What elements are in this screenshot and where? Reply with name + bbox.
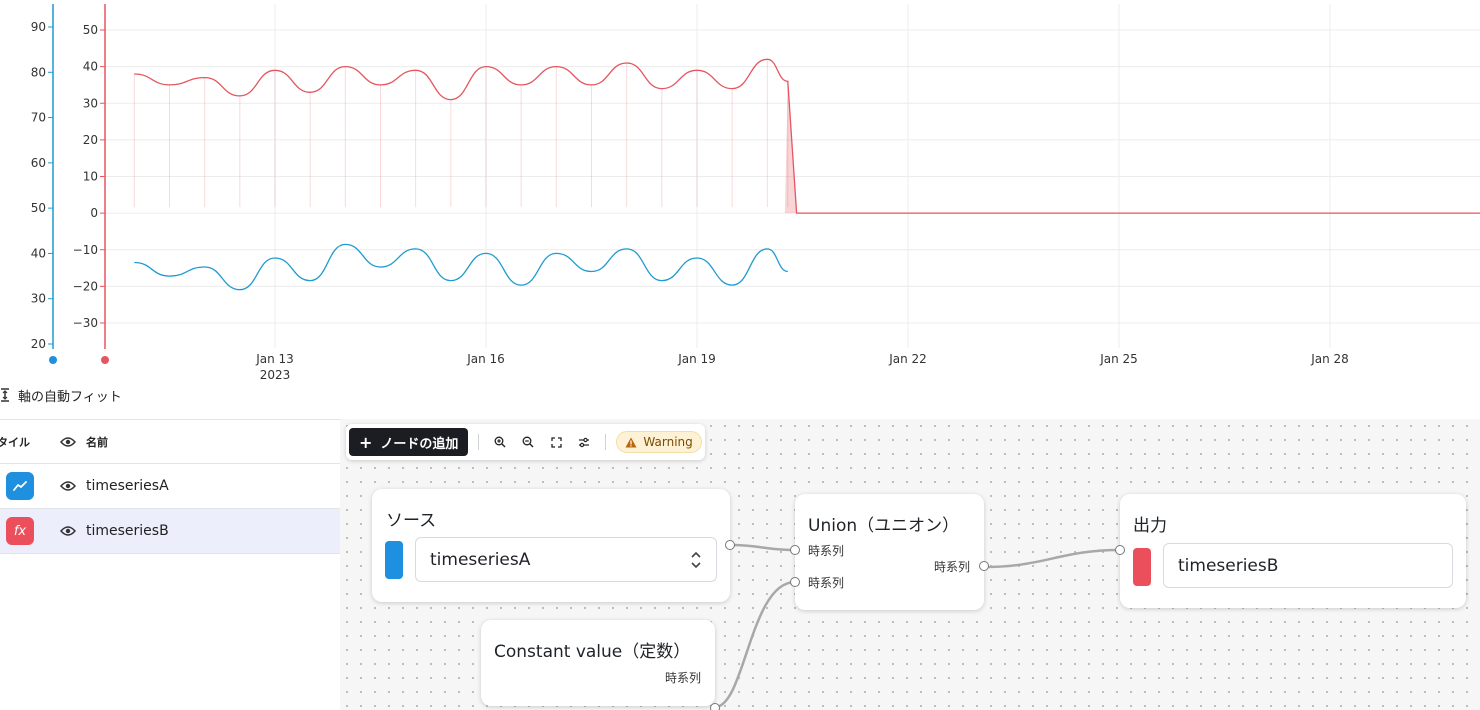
x-tick-label: Jan 19 [677, 352, 716, 366]
source-output-port[interactable] [725, 540, 735, 550]
x-tick-label: Jan 13 [255, 352, 294, 366]
x-year-label: 2023 [260, 368, 291, 382]
union-node[interactable]: Union（ユニオン） 時系列 時系列 時系列 [790, 494, 989, 610]
constant-output-port[interactable] [710, 703, 720, 710]
settings-sliders-icon[interactable] [573, 431, 595, 453]
x-tick-label: Jan 25 [1099, 352, 1138, 366]
left-tick-label: 20 [31, 337, 46, 351]
fit-view-icon[interactable] [545, 431, 567, 453]
eye-icon [60, 436, 86, 448]
chart-labels: 90 80 70 60 50 40 30 20 50 40 30 20 10 0 −10 −20 −30 Jan … [31, 20, 1349, 382]
left-tick-label: 50 [31, 201, 46, 215]
series-table-header: スタイル 名前 [0, 420, 340, 464]
axis-b-marker [101, 356, 109, 364]
series-line-timeseriesA [134, 243, 788, 291]
visibility-toggle[interactable] [60, 525, 86, 537]
warning-badge[interactable]: Warning [616, 431, 702, 453]
add-node-label: ノードの追加 [380, 436, 459, 452]
union-input-port-2[interactable] [790, 577, 800, 587]
output-series-value: timeseriesB [1178, 555, 1279, 576]
zoom-in-icon[interactable] [489, 431, 511, 453]
right-tick-label: 50 [83, 23, 98, 37]
right-tick-label: 30 [83, 96, 98, 110]
union-output-label: 時系列 [933, 560, 970, 574]
constant-output-label: 時系列 [664, 671, 701, 685]
time-series-chart[interactable]: 90 80 70 60 50 40 30 20 50 40 30 20 10 0 −10 −20 −30 Jan … [0, 0, 1480, 384]
node-graph-canvas[interactable]: + ノードの追加 Warning ソース timeseriesA Constan… [340, 419, 1480, 710]
left-tick-label: 70 [31, 111, 46, 125]
series-name: timeseriesB [86, 523, 169, 539]
edge-union-to-output [983, 548, 1121, 569]
select-chevron-icon [690, 550, 702, 575]
source-node-title: ソース [386, 511, 437, 531]
graph-toolbar: + ノードの追加 Warning [346, 424, 705, 460]
right-tick-label: −10 [73, 243, 98, 257]
series-row[interactable]: fx timeseriesB [0, 509, 340, 554]
function-symbol: fx [13, 523, 27, 539]
right-tick-label: 20 [83, 133, 98, 147]
output-node[interactable]: 出力 timeseriesB [1115, 494, 1466, 608]
union-output-port[interactable] [979, 561, 989, 571]
header-name: 名前 [86, 435, 108, 449]
output-node-title: 出力 [1133, 516, 1167, 536]
chart-canvas[interactable]: 90 80 70 60 50 40 30 20 50 40 30 20 10 0 −10 −20 −30 Jan … [0, 0, 1480, 384]
edge-source-to-union [730, 543, 796, 552]
series-list-panel: スタイル 名前 timeseriesA fx timeseriesB [0, 419, 340, 710]
left-tick-label: 40 [31, 246, 46, 260]
union-input-label-2: 時系列 [808, 576, 845, 590]
warning-icon [625, 437, 637, 447]
source-color-chip[interactable] [385, 541, 403, 579]
right-tick-label: 40 [83, 60, 98, 74]
toolbar-divider [478, 434, 480, 450]
left-tick-label: 60 [31, 156, 46, 170]
eye-icon [60, 481, 76, 491]
output-color-chip[interactable] [1133, 548, 1151, 586]
add-node-button[interactable]: + ノードの追加 [349, 428, 469, 456]
chart-series [133, 58, 1480, 291]
header-style: スタイル [0, 435, 30, 449]
series-row[interactable]: timeseriesA [0, 464, 340, 509]
union-input-label-1: 時系列 [808, 544, 845, 558]
x-tick-label: Jan 22 [888, 352, 927, 366]
right-tick-label: 0 [90, 206, 98, 220]
edge-constant-to-union [714, 580, 796, 709]
fit-axis-icon [0, 388, 10, 402]
visibility-toggle[interactable] [60, 480, 86, 492]
warning-label: Warning [643, 435, 693, 449]
function-icon[interactable]: fx [6, 517, 34, 545]
series-name: timeseriesA [86, 478, 169, 494]
right-tick-label: −30 [73, 316, 98, 330]
chart-axes [48, 4, 109, 364]
autofit-label: 軸の自動フィット [18, 389, 122, 405]
output-input-port[interactable] [1115, 545, 1125, 555]
zoom-out-icon[interactable] [517, 431, 539, 453]
left-tick-label: 30 [31, 292, 46, 306]
constant-node[interactable]: Constant value（定数） 時系列 [481, 620, 720, 710]
source-node[interactable]: ソース timeseriesA [372, 489, 735, 602]
source-series-select[interactable]: timeseriesA [415, 537, 717, 582]
source-series-value: timeseriesA [430, 549, 531, 570]
union-node-title: Union（ユニオン） [808, 516, 960, 536]
toolbar-divider [605, 434, 607, 450]
union-input-port-1[interactable] [790, 545, 800, 555]
plus-icon: + [359, 432, 373, 452]
series-line-timeseriesB [134, 58, 1480, 214]
right-tick-label: 10 [83, 170, 98, 184]
line-chart-icon[interactable] [6, 472, 34, 500]
x-tick-label: Jan 16 [466, 352, 505, 366]
left-tick-label: 90 [31, 20, 46, 34]
left-tick-label: 80 [31, 65, 46, 79]
x-tick-label: Jan 28 [1310, 352, 1349, 366]
constant-node-title: Constant value（定数） [494, 642, 691, 662]
eye-icon [60, 526, 76, 536]
autofit-axes-button[interactable]: 軸の自動フィット [0, 384, 122, 406]
output-series-field[interactable]: timeseriesB [1163, 543, 1453, 588]
axis-a-marker [49, 356, 57, 364]
right-tick-label: −20 [73, 279, 98, 293]
